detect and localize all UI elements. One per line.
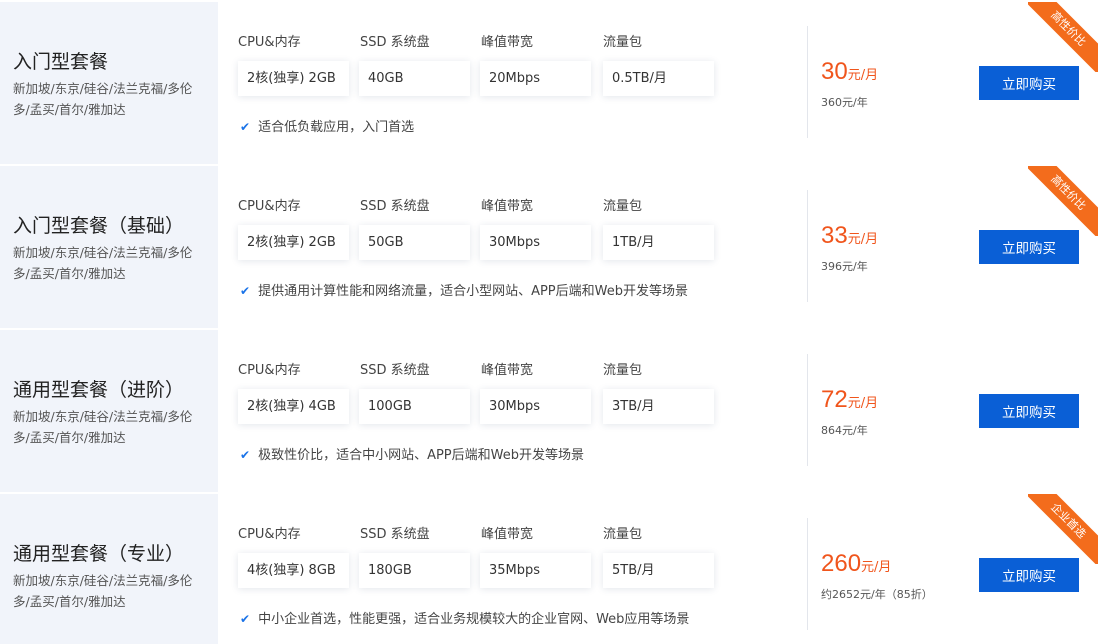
plan-card: 通用型套餐（专业） 新加坡/东京/硅谷/法兰克福/多伦多/孟买/首尔/雅加达 C…: [0, 494, 1098, 644]
price-value: 33: [821, 222, 848, 249]
ribbon-badge: 高性价比: [1028, 2, 1098, 72]
plan-card: 入门型套餐（基础） 新加坡/东京/硅谷/法兰克福/多伦多/孟买/首尔/雅加达 C…: [0, 166, 1098, 328]
price: 260元/月: [821, 550, 891, 578]
plan-feature: ✔ 中小企业首选，性能更强，适合业务规模较大的企业官网、Web应用等场景: [240, 608, 689, 627]
spec-value-disk: 40GB: [359, 61, 470, 96]
spec-label-bandwidth: 峰值带宽: [481, 363, 534, 378]
plan-feature-text: 极致性价比，适合中小网站、APP后端和Web开发等场景: [258, 448, 584, 463]
plan-feature: ✔ 适合低负载应用，入门首选: [240, 116, 414, 135]
spec-label-traffic: 流量包: [603, 35, 643, 50]
spec-value-bandwidth: 35Mbps: [480, 553, 591, 588]
divider: [807, 354, 808, 466]
plan-feature-text: 适合低负载应用，入门首选: [258, 120, 415, 135]
price-year: 864元/年: [821, 424, 868, 437]
spec-label-disk: SSD 系统盘: [360, 35, 430, 50]
plan-feature-text: 提供通用计算性能和网络流量，适合小型网站、APP后端和Web开发等场景: [258, 284, 688, 299]
price-year: 360元/年: [821, 96, 868, 109]
spec-label-disk: SSD 系统盘: [360, 527, 430, 542]
plan-list: 入门型套餐 新加坡/东京/硅谷/法兰克福/多伦多/孟买/首尔/雅加达 CPU&内…: [0, 0, 1102, 644]
spec-label-disk: SSD 系统盘: [360, 363, 430, 378]
plan-info: 通用型套餐（专业） 新加坡/东京/硅谷/法兰克福/多伦多/孟买/首尔/雅加达: [0, 494, 218, 644]
plan-feature: ✔ 提供通用计算性能和网络流量，适合小型网站、APP后端和Web开发等场景: [240, 280, 688, 299]
spec-label-bandwidth: 峰值带宽: [481, 35, 534, 50]
price-value: 72: [821, 386, 848, 413]
spec-label-cpu: CPU&内存: [238, 199, 301, 214]
spec-label-cpu: CPU&内存: [238, 363, 301, 378]
spec-label-bandwidth: 峰值带宽: [481, 199, 534, 214]
ribbon-badge: 高性价比: [1028, 166, 1098, 236]
check-icon: ✔: [240, 284, 251, 298]
price: 33元/月: [821, 222, 878, 250]
spec-value-traffic: 3TB/月: [603, 389, 714, 424]
plan-card: 入门型套餐 新加坡/东京/硅谷/法兰克福/多伦多/孟买/首尔/雅加达 CPU&内…: [0, 2, 1098, 164]
spec-value-cpu: 2核(独享) 4GB: [238, 389, 349, 424]
plan-info: 入门型套餐（基础） 新加坡/东京/硅谷/法兰克福/多伦多/孟买/首尔/雅加达: [0, 166, 218, 328]
price-value: 30: [821, 58, 848, 85]
spec-value-traffic: 1TB/月: [603, 225, 714, 260]
spec-label-traffic: 流量包: [603, 363, 643, 378]
plan-regions: 新加坡/东京/硅谷/法兰克福/多伦多/孟买/首尔/雅加达: [13, 573, 193, 609]
spec-value-disk: 100GB: [359, 389, 470, 424]
check-icon: ✔: [240, 612, 251, 626]
plan-name: 入门型套餐: [13, 51, 109, 73]
spec-value-disk: 180GB: [359, 553, 470, 588]
spec-value-bandwidth: 30Mbps: [480, 225, 591, 260]
divider: [807, 26, 808, 138]
check-icon: ✔: [240, 120, 251, 134]
spec-label-cpu: CPU&内存: [238, 527, 301, 542]
ribbon-text: 企业首选: [1028, 494, 1098, 564]
ribbon-text: 高性价比: [1028, 166, 1098, 236]
plan-info: 入门型套餐 新加坡/东京/硅谷/法兰克福/多伦多/孟买/首尔/雅加达: [0, 2, 218, 164]
spec-value-bandwidth: 20Mbps: [480, 61, 591, 96]
plan-card: 通用型套餐（进阶） 新加坡/东京/硅谷/法兰克福/多伦多/孟买/首尔/雅加达 C…: [0, 330, 1098, 492]
spec-value-cpu: 2核(独享) 2GB: [238, 61, 349, 96]
spec-label-traffic: 流量包: [603, 527, 643, 542]
plan-regions: 新加坡/东京/硅谷/法兰克福/多伦多/孟买/首尔/雅加达: [13, 245, 193, 281]
plan-name: 入门型套餐（基础）: [13, 215, 185, 237]
spec-label-traffic: 流量包: [603, 199, 643, 214]
spec-label-disk: SSD 系统盘: [360, 199, 430, 214]
spec-value-cpu: 4核(独享) 8GB: [238, 553, 349, 588]
price: 30元/月: [821, 58, 878, 86]
price-unit: 元/月: [847, 396, 879, 411]
check-icon: ✔: [240, 448, 251, 462]
divider: [807, 190, 808, 302]
ribbon-badge: 企业首选: [1028, 494, 1098, 564]
spec-value-traffic: 5TB/月: [603, 553, 714, 588]
price-unit: 元/月: [847, 232, 879, 247]
plan-regions: 新加坡/东京/硅谷/法兰克福/多伦多/孟买/首尔/雅加达: [13, 409, 193, 445]
price-unit: 元/月: [861, 560, 892, 575]
plan-feature-text: 中小企业首选，性能更强，适合业务规模较大的企业官网、Web应用等场景: [258, 612, 690, 627]
price-value: 260: [821, 550, 862, 577]
spec-value-bandwidth: 30Mbps: [480, 389, 591, 424]
price-year: 约2652元/年（85折）: [821, 588, 933, 601]
plan-name: 通用型套餐（进阶）: [13, 379, 185, 401]
spec-value-traffic: 0.5TB/月: [603, 61, 714, 96]
price: 72元/月: [821, 386, 878, 414]
ribbon-text: 高性价比: [1028, 2, 1098, 72]
buy-button[interactable]: 立即购买: [979, 394, 1079, 428]
spec-value-disk: 50GB: [359, 225, 470, 260]
plan-regions: 新加坡/东京/硅谷/法兰克福/多伦多/孟买/首尔/雅加达: [13, 81, 193, 117]
plan-feature: ✔ 极致性价比，适合中小网站、APP后端和Web开发等场景: [240, 444, 584, 463]
divider: [807, 518, 808, 630]
price-year: 396元/年: [821, 260, 868, 273]
spec-label-cpu: CPU&内存: [238, 35, 301, 50]
spec-label-bandwidth: 峰值带宽: [481, 527, 534, 542]
plan-name: 通用型套餐（专业）: [13, 543, 185, 565]
spec-value-cpu: 2核(独享) 2GB: [238, 225, 349, 260]
plan-info: 通用型套餐（进阶） 新加坡/东京/硅谷/法兰克福/多伦多/孟买/首尔/雅加达: [0, 330, 218, 492]
price-unit: 元/月: [847, 68, 879, 83]
